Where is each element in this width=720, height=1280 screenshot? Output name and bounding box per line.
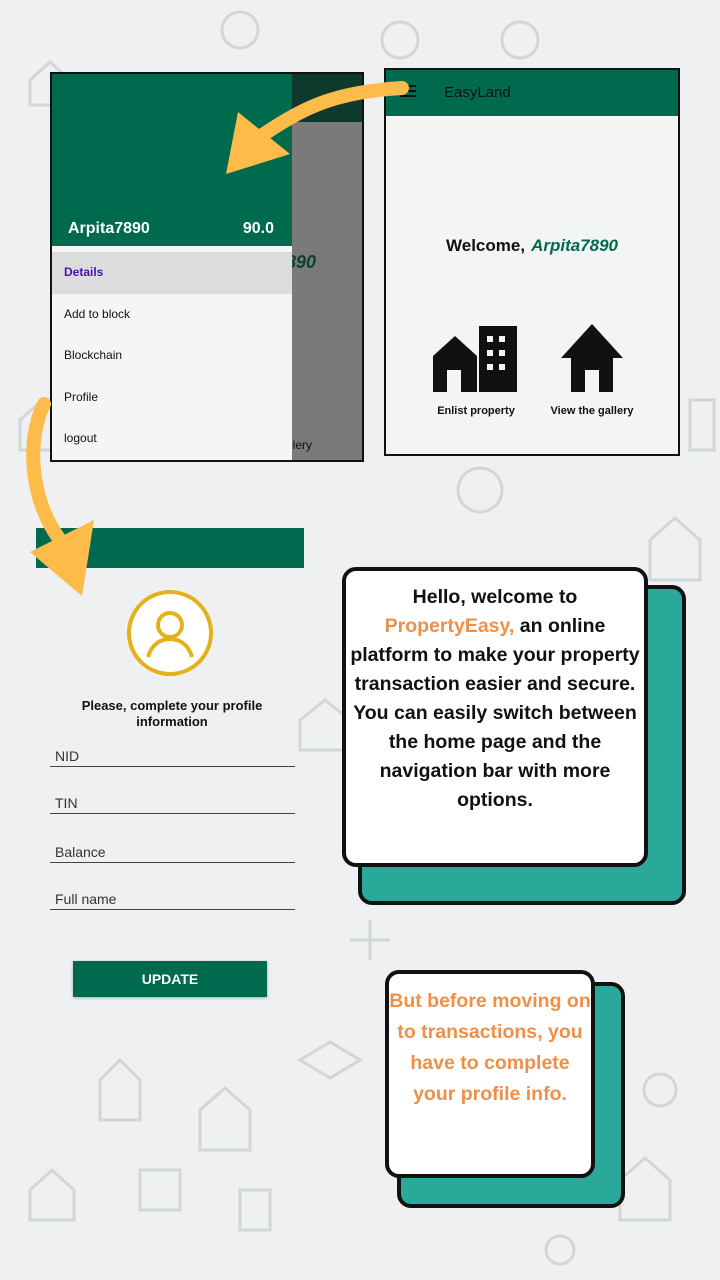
callout-box: But before moving on to transactions, yo…: [385, 970, 595, 1178]
profile-callout: But before moving on to transactions, yo…: [383, 968, 625, 1208]
callout-text: But before moving on to transactions, yo…: [389, 990, 591, 1105]
full-name-field[interactable]: Full name: [50, 891, 295, 910]
tin-field[interactable]: TIN: [50, 795, 295, 814]
curved-arrow-top: [251, 81, 409, 145]
profile-prompt: Please, complete your profile informatio…: [81, 698, 263, 729]
update-button[interactable]: UPDATE: [73, 961, 267, 997]
balance-field[interactable]: Balance: [50, 844, 295, 863]
arrow-overlay: [26, 81, 409, 596]
nid-field[interactable]: NID: [50, 748, 295, 767]
curved-arrow-left: [26, 397, 67, 547]
